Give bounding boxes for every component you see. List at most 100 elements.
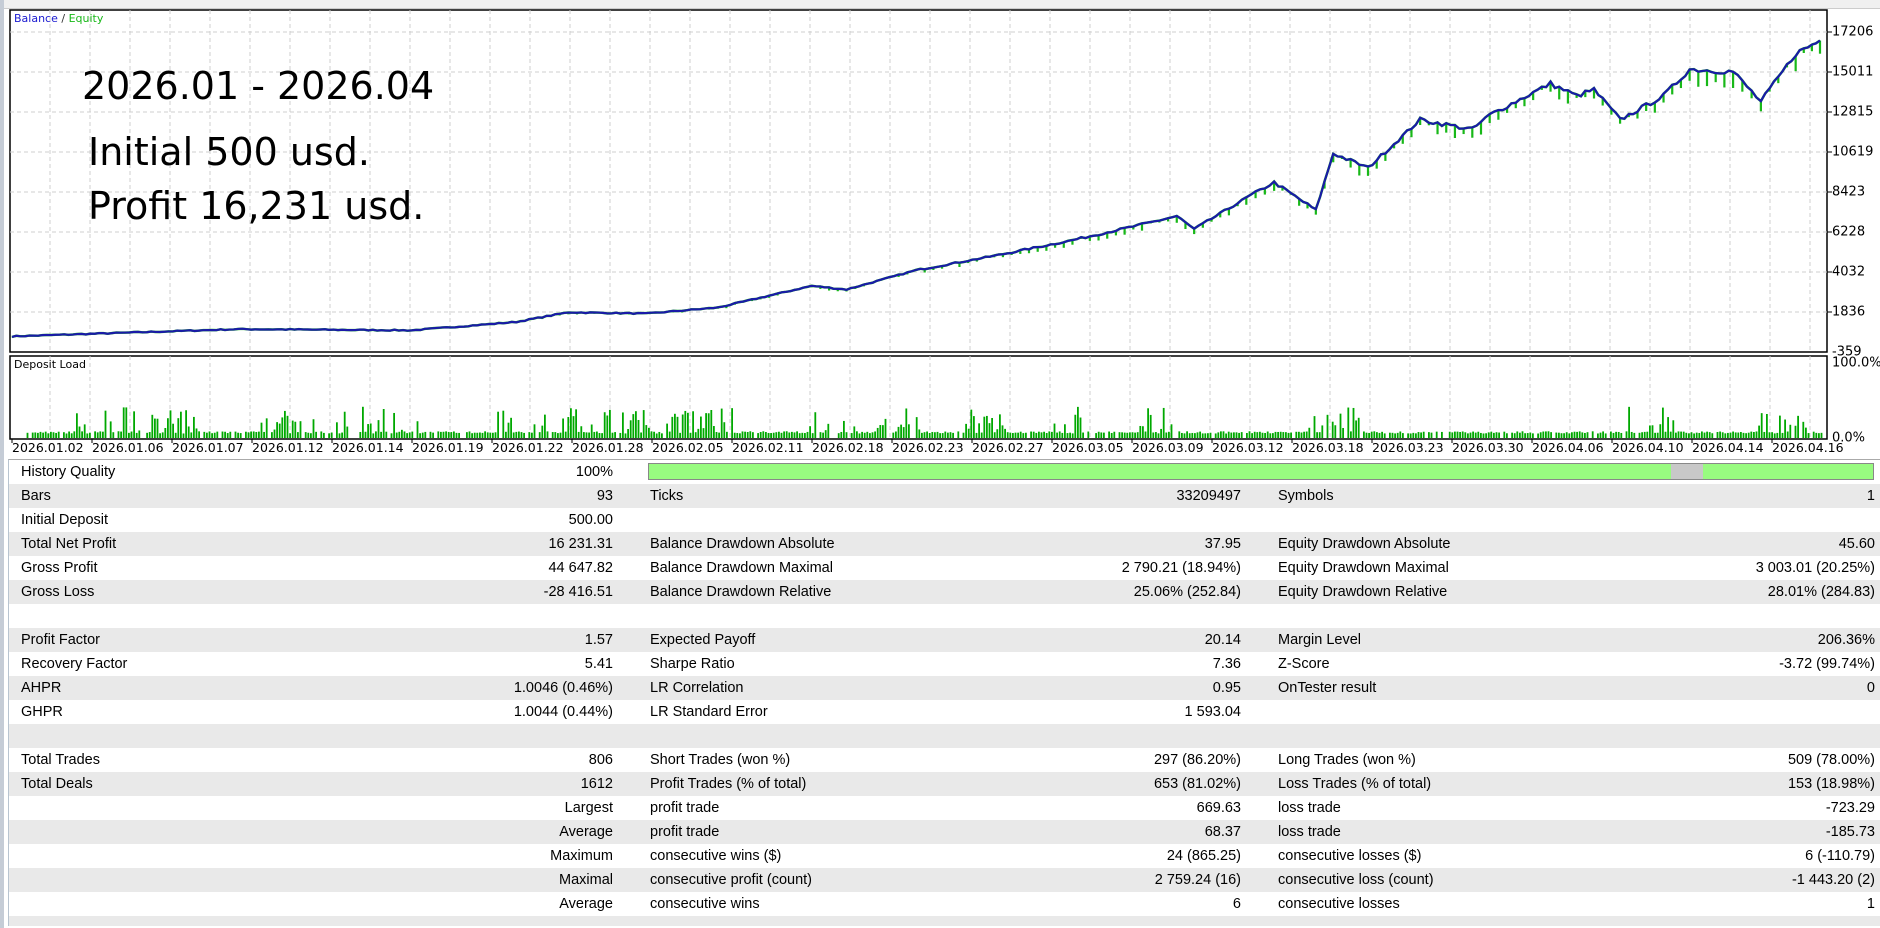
deposit-load-bar — [1412, 432, 1415, 438]
deposit-load-bar — [1318, 432, 1321, 438]
stat-label: Margin Level — [1278, 632, 1362, 648]
deposit-load-bar — [1339, 413, 1342, 438]
annotation-period: 2026.01 - 2026.04 — [82, 64, 435, 108]
deposit-load-bar — [978, 423, 980, 438]
deposit-load-bar — [785, 431, 788, 438]
stat-label: OnTester result — [1278, 680, 1377, 696]
deposit-load-bar — [265, 418, 268, 438]
deposit-load-bar — [421, 432, 424, 438]
deposit-load-bar — [1701, 431, 1703, 438]
stat-value: 653 (81.02%) — [1153, 776, 1241, 792]
deposit-load-bar — [570, 408, 572, 438]
deposit-load-bar — [843, 420, 845, 438]
deposit-load-bar — [1763, 431, 1766, 438]
deposit-load-bar — [1134, 432, 1136, 438]
deposit-load-bar — [590, 424, 593, 438]
stat-label: profit trade — [650, 800, 720, 816]
deposit-load-bar — [928, 432, 931, 438]
deposit-load-bar — [1495, 432, 1498, 438]
deposit-load-bar — [128, 432, 130, 438]
deposit-load-bar — [432, 432, 434, 438]
deposit-load-bar — [1227, 431, 1230, 438]
stat-value: 37.95 — [1204, 536, 1241, 552]
deposit-load-bar — [1654, 432, 1656, 438]
deposit-load-bar — [403, 431, 406, 438]
deposit-load-bar — [73, 431, 76, 438]
deposit-load-bar — [447, 431, 450, 438]
deposit-load-bar — [1755, 431, 1758, 438]
deposit-load-bar — [1638, 432, 1641, 438]
deposit-load-bar — [1217, 432, 1220, 438]
deposit-load-bar — [167, 418, 169, 438]
x-tick-label: 2026.02.23 — [892, 440, 964, 455]
deposit-load-bar — [1238, 432, 1240, 438]
deposit-tick-max: 100.0% — [1832, 355, 1880, 371]
deposit-load-bar — [915, 417, 918, 438]
deposit-load-bar — [850, 433, 853, 438]
deposit-load-bar — [770, 433, 772, 438]
deposit-load-bar — [497, 411, 499, 438]
stats-row: Maximal consecutive profit (count) 2 759.2… — [9, 868, 1880, 892]
deposit-load-bar — [515, 431, 518, 438]
deposit-load-bar — [1058, 431, 1061, 438]
stat-value: Average — [559, 896, 613, 912]
deposit-load-bar — [1506, 433, 1508, 438]
deposit-load-bar — [1126, 432, 1129, 438]
deposit-load-bar — [1675, 432, 1677, 438]
deposit-load-bar — [1734, 432, 1737, 438]
deposit-load-bar — [583, 432, 585, 438]
deposit-load-bar — [1285, 432, 1287, 438]
stats-row: Profit Factor 1.57 Expected Payoff 20.14 Mar… — [9, 628, 1880, 652]
deposit-load-bar — [1282, 432, 1285, 438]
deposit-load-bar — [172, 423, 174, 438]
deposit-load-bar — [1279, 431, 1282, 438]
deposit-load-bar — [559, 432, 562, 438]
stat-value: 1612 — [580, 776, 613, 792]
deposit-load-bar — [884, 418, 887, 438]
deposit-load-bar — [879, 425, 882, 438]
deposit-load-bar — [1724, 433, 1727, 438]
deposit-load-bar — [520, 432, 523, 438]
stat-label: consecutive wins ($) — [650, 848, 782, 864]
stat-value: 1 593.04 — [1184, 704, 1241, 720]
deposit-load-bar — [1142, 426, 1144, 438]
deposit-load-bar — [637, 419, 640, 438]
deposit-load-bar — [169, 410, 172, 438]
deposit-load-bar — [1165, 432, 1168, 438]
deposit-load-bar — [692, 411, 694, 438]
deposit-load-bar — [1617, 431, 1620, 438]
stats-row: History Quality 100% — [9, 460, 1880, 484]
deposit-load-bar — [1573, 431, 1576, 438]
deposit-load-bar — [1321, 425, 1324, 438]
stat-label: LR Correlation — [650, 680, 744, 696]
deposit-load-bar — [640, 432, 642, 438]
deposit-load-bar — [757, 433, 759, 438]
deposit-load-bar — [687, 412, 689, 438]
deposit-load-bar — [658, 431, 661, 438]
deposit-load-bar — [1519, 432, 1521, 438]
deposit-load-bar — [988, 423, 991, 438]
stat-label: Balance Drawdown Absolute — [650, 536, 835, 552]
deposit-load-bar — [999, 414, 1001, 438]
deposit-load-bar — [1789, 424, 1792, 438]
deposit-load-bar — [1667, 417, 1669, 438]
deposit-load-bar — [741, 431, 744, 438]
deposit-load-bar — [596, 431, 598, 438]
deposit-load-bar — [1160, 428, 1162, 438]
deposit-load-bar — [1298, 431, 1300, 438]
deposit-load-bar — [949, 432, 952, 438]
deposit-load-bar — [1071, 433, 1074, 438]
deposit-load-bar — [1043, 431, 1045, 438]
deposit-load-bar — [1209, 432, 1212, 438]
deposit-load-bar — [1355, 420, 1357, 438]
x-tick-label: 2026.02.05 — [652, 440, 724, 455]
x-tick-label: 2026.01.06 — [92, 440, 164, 455]
stat-value: 45.60 — [1838, 536, 1875, 552]
deposit-load-bar — [1264, 432, 1266, 438]
stats-row: AHPR 1.0046 (0.46%) LR Correlation 0.95 OnTe… — [9, 676, 1880, 700]
x-tick-label: 2026.01.19 — [412, 440, 484, 455]
stat-label: Long Trades (won %) — [1278, 752, 1416, 768]
stat-label: Total Net Profit — [21, 536, 117, 552]
deposit-load-bar — [70, 433, 73, 438]
deposit-load-bar — [492, 432, 494, 438]
